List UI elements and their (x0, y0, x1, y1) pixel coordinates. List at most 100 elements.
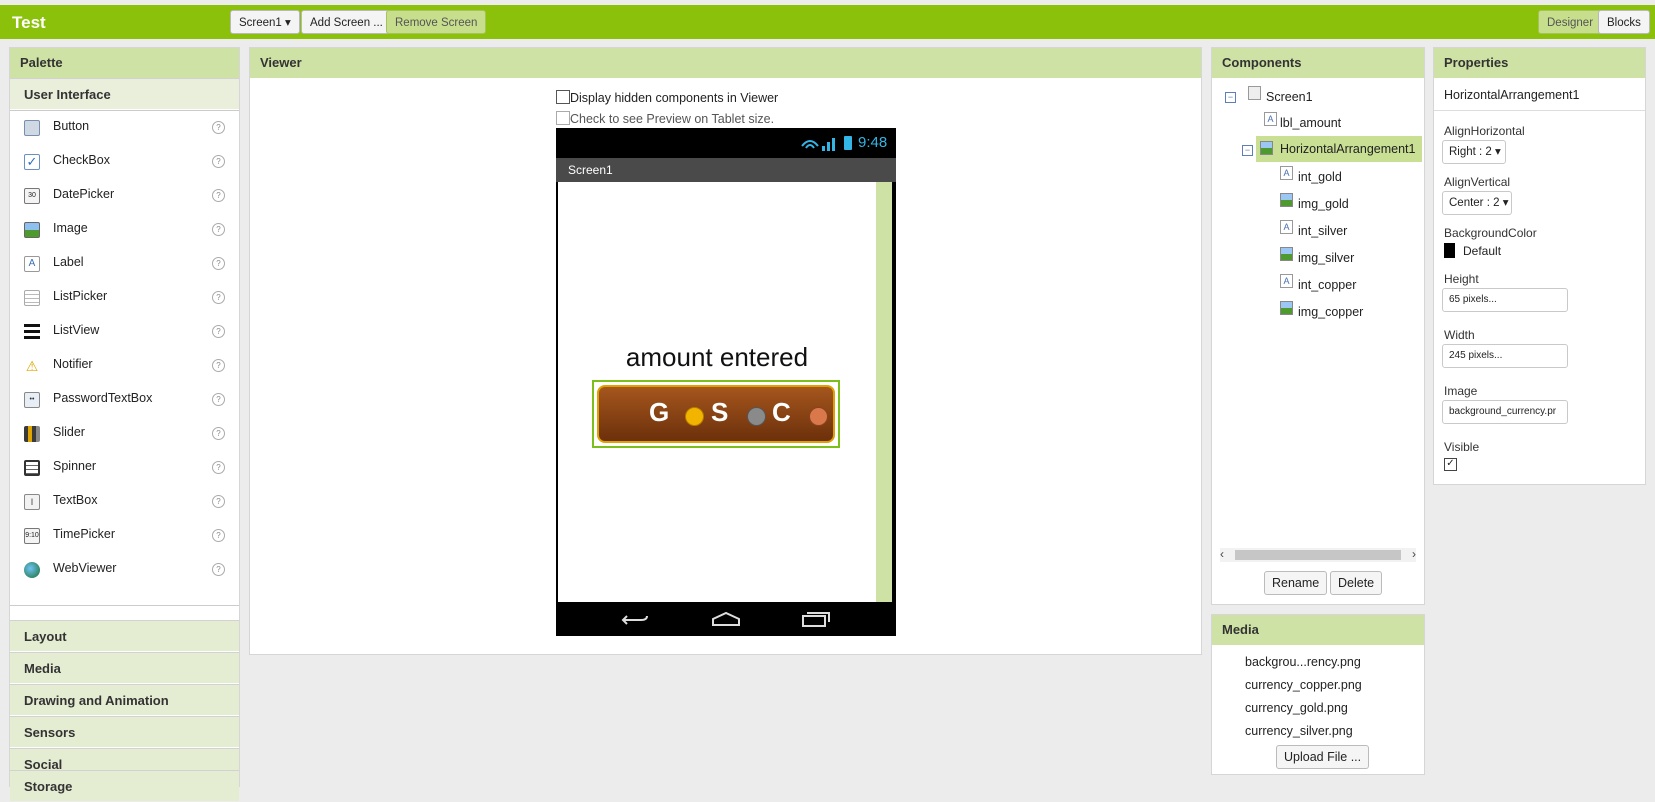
collapse-screen1-icon[interactable]: − (1225, 92, 1236, 103)
tablet-preview-option[interactable]: Check to see Preview on Tablet size. (556, 111, 774, 126)
delete-button[interactable]: Delete (1330, 571, 1383, 595)
help-icon[interactable]: ? (212, 121, 225, 134)
datepicker-icon: 30 (24, 188, 40, 204)
media-file[interactable]: backgrou...rency.png (1245, 655, 1361, 669)
media-file[interactable]: currency_silver.png (1245, 724, 1353, 738)
help-icon[interactable]: ? (212, 393, 225, 406)
blocks-button[interactable]: Blocks (1598, 10, 1650, 34)
tree-item-label: int_copper (1298, 278, 1357, 292)
media-file[interactable]: currency_gold.png (1245, 701, 1348, 715)
remove-screen-button[interactable]: Remove Screen (386, 10, 487, 34)
palette-item-listpicker[interactable]: ListPicker ? (10, 281, 239, 315)
help-icon[interactable]: ? (212, 257, 225, 270)
image-label: Image (1444, 384, 1478, 398)
help-icon[interactable]: ? (212, 461, 225, 474)
tree-item-label: img_silver (1298, 251, 1355, 265)
silver-coin-icon[interactable] (747, 407, 766, 426)
textbox-icon: I (24, 494, 40, 510)
category-drawing-and-animation[interactable]: Drawing and Animation (10, 684, 239, 715)
palette-item-checkbox[interactable]: ✓ CheckBox ? (10, 145, 239, 179)
currency-bar: G S C (597, 385, 835, 443)
palette-item-listview[interactable]: ListView ? (10, 315, 239, 349)
palette-item-label: ListView (53, 323, 100, 337)
designer-button[interactable]: Designer (1538, 10, 1603, 34)
category-user-interface[interactable]: User Interface (10, 78, 239, 109)
gold-coin-icon[interactable] (685, 407, 704, 426)
scrollbar-thumb[interactable] (1235, 550, 1401, 560)
palette-panel: Palette User Interface Button ? ✓ CheckB… (9, 47, 240, 801)
media-file[interactable]: currency_copper.png (1245, 678, 1362, 692)
color-swatch[interactable] (1444, 243, 1455, 258)
webviewer-icon (24, 562, 40, 578)
help-icon[interactable]: ? (212, 427, 225, 440)
help-icon[interactable]: ? (212, 563, 225, 576)
category-media[interactable]: Media (10, 652, 239, 683)
visible-checkbox[interactable]: ✓ (1444, 458, 1457, 471)
image-icon (1280, 193, 1293, 207)
palette-item-timepicker[interactable]: 9:10 TimePicker ? (10, 519, 239, 553)
phone-clock: 9:48 (858, 134, 888, 151)
help-icon[interactable]: ? (212, 359, 225, 372)
hidden-components-checkbox[interactable] (556, 90, 570, 104)
timepicker-icon: 9:10 (24, 528, 40, 544)
tree-item-horizontalarrangement1[interactable]: HorizontalArrangement1 (1256, 136, 1422, 162)
palette-item-datepicker[interactable]: 30 DatePicker ? (10, 179, 239, 213)
background-color-value[interactable]: Default (1463, 244, 1501, 258)
horizontal-arrangement-selection[interactable]: G S C (592, 380, 840, 448)
properties-panel: Properties HorizontalArrangement1 AlignH… (1433, 47, 1646, 485)
align-horizontal-select[interactable]: Right : 2 ▾ (1442, 140, 1506, 164)
palette-item-label: Button (53, 119, 90, 133)
int-copper[interactable]: C (772, 397, 791, 428)
signal-icon (801, 138, 835, 151)
category-storage[interactable]: Storage (10, 770, 239, 801)
upload-file-button[interactable]: Upload File ... (1276, 745, 1370, 769)
palette-item-spinner[interactable]: Spinner ? (10, 451, 239, 485)
tablet-preview-checkbox[interactable] (556, 111, 570, 125)
help-icon[interactable]: ? (212, 155, 225, 168)
hidden-components-option[interactable]: Display hidden components in Viewer (556, 90, 778, 105)
palette-item-label: Slider (53, 425, 85, 439)
category-layout[interactable]: Layout (10, 620, 239, 651)
notifier-icon: ⚠ (25, 358, 39, 374)
palette-item-button[interactable]: Button ? (10, 111, 239, 145)
palette-item-label[interactable]: A Label ? (10, 247, 239, 281)
label-icon: A (24, 256, 40, 272)
width-label: Width (1444, 328, 1475, 342)
screen-icon (1248, 86, 1261, 100)
help-icon[interactable]: ? (212, 325, 225, 338)
palette-item-webviewer[interactable]: WebViewer ? (10, 553, 239, 587)
help-icon[interactable]: ? (212, 495, 225, 508)
rename-button[interactable]: Rename (1264, 571, 1328, 595)
int-silver[interactable]: S (711, 397, 728, 428)
help-icon[interactable]: ? (212, 223, 225, 236)
add-screen-button[interactable]: Add Screen ... (301, 10, 392, 34)
height-field[interactable]: 65 pixels... (1442, 288, 1568, 312)
copper-coin-icon[interactable] (809, 407, 828, 426)
image-field[interactable]: background_currency.pr (1442, 400, 1568, 424)
label-icon: A (1280, 274, 1293, 288)
screen-select[interactable]: Screen1 ▾ (230, 10, 300, 34)
phone-screen: amount entered G S C (558, 182, 876, 602)
palette-item-textbox[interactable]: I TextBox ? (10, 485, 239, 519)
scroll-left-icon[interactable]: ‹ (1220, 547, 1224, 561)
int-gold[interactable]: G (649, 397, 669, 428)
palette-item-image[interactable]: Image ? (10, 213, 239, 247)
palette-item-passwordtextbox[interactable]: •• PasswordTextBox ? (10, 383, 239, 417)
align-vertical-select[interactable]: Center : 2 ▾ (1442, 191, 1512, 215)
palette-item-notifier[interactable]: ⚠ Notifier ? (10, 349, 239, 383)
width-field[interactable]: 245 pixels... (1442, 344, 1568, 368)
arrangement-icon (1260, 141, 1273, 155)
collapse-arrangement-icon[interactable]: − (1242, 145, 1253, 156)
help-icon[interactable]: ? (212, 529, 225, 542)
palette-item-slider[interactable]: Slider ? (10, 417, 239, 451)
scroll-right-icon[interactable]: › (1412, 547, 1416, 561)
palette-item-label: TimePicker (53, 527, 116, 541)
palette-item-list: Button ? ✓ CheckBox ? 30 DatePicker ? Im… (10, 110, 239, 606)
help-icon[interactable]: ? (212, 189, 225, 202)
help-icon[interactable]: ? (212, 291, 225, 304)
tree-item-label: int_gold (1298, 170, 1342, 184)
media-panel: Media backgrou...rency.png currency_copp… (1211, 614, 1425, 775)
category-sensors[interactable]: Sensors (10, 716, 239, 747)
lbl-amount[interactable]: amount entered (558, 342, 876, 373)
horizontal-scrollbar[interactable]: ‹ › (1220, 547, 1416, 562)
